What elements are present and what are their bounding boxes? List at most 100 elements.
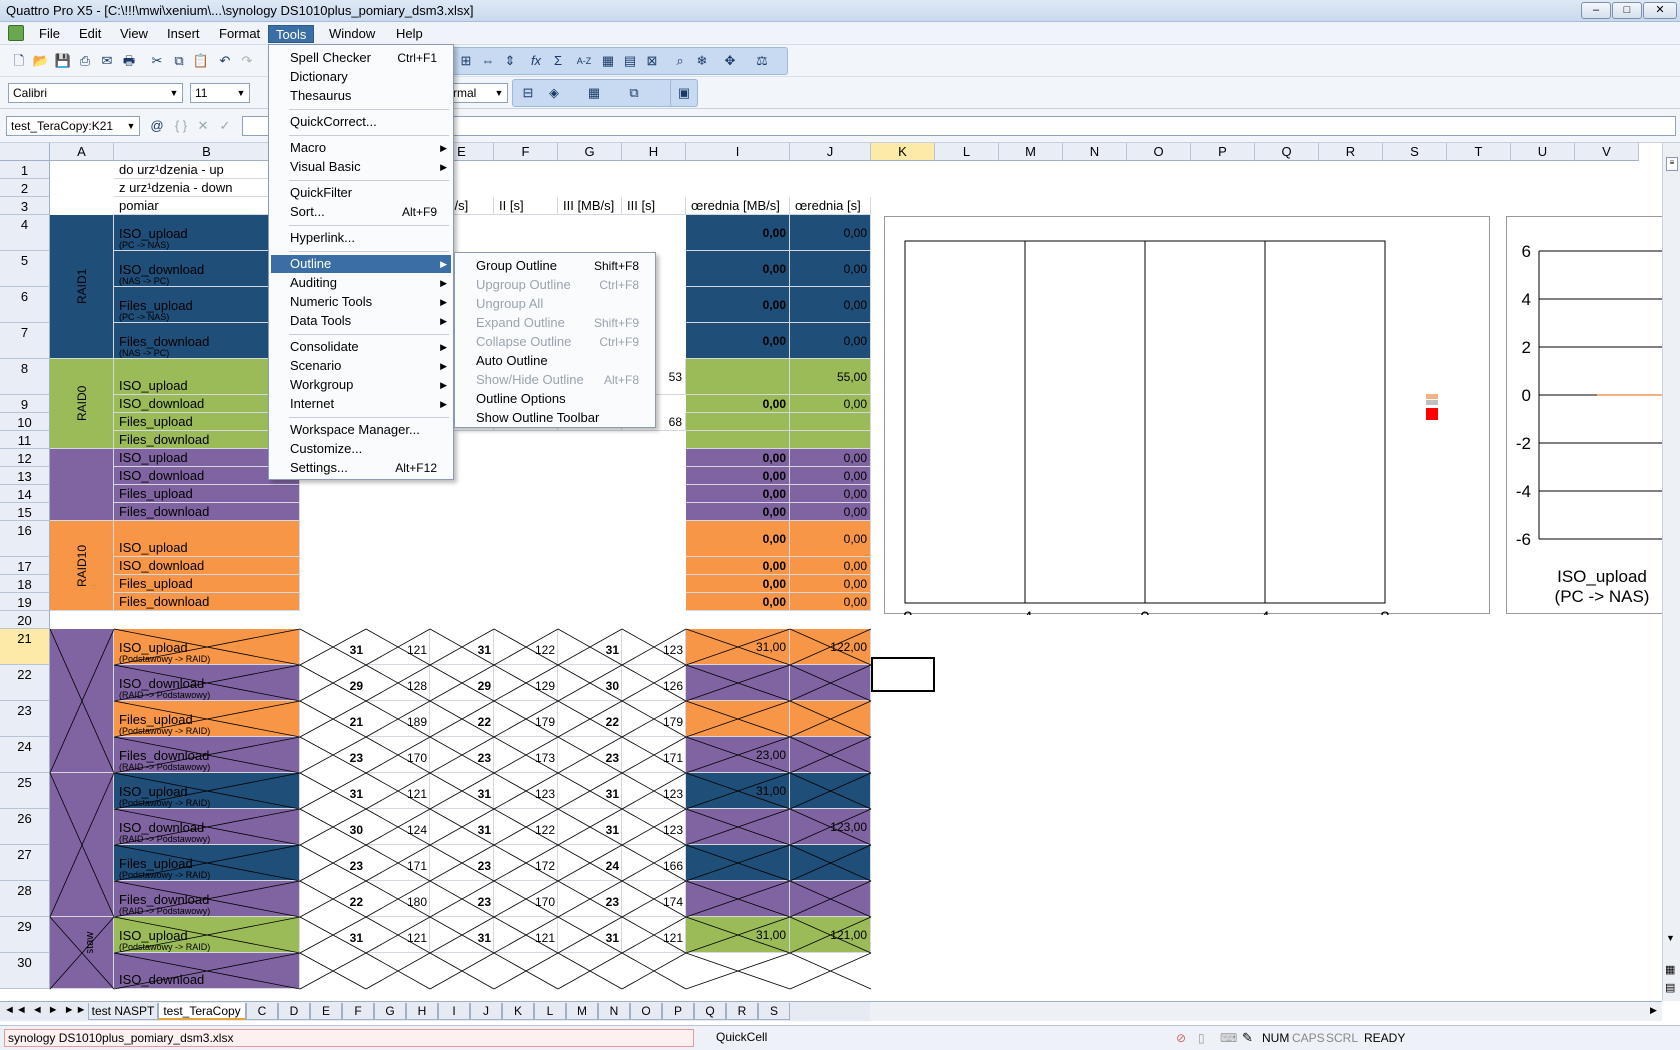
- spreadsheet-grid[interactable]: ABCDEFGHIJKLMNOPQRSTUV 12345678910111213…: [0, 143, 1662, 1001]
- menu-ungroup-all[interactable]: Ungroup All: [457, 295, 653, 313]
- sheet-tab-test-teracopy[interactable]: test_TeraCopy: [158, 1003, 246, 1020]
- sheet-tab-g[interactable]: G: [374, 1003, 406, 1020]
- close-button[interactable]: ✕: [1643, 2, 1677, 19]
- style-combo[interactable]: rmal ▼: [448, 83, 508, 103]
- find-icon[interactable]: ⌕: [671, 52, 689, 70]
- menu-auto-outline[interactable]: Auto Outline: [457, 352, 653, 370]
- sheet-tab-p[interactable]: P: [662, 1003, 694, 1020]
- scroll-right-icon[interactable]: ▶: [1650, 1005, 1657, 1016]
- menu-show-hide-outline[interactable]: Show/Hide Outline Alt+F8: [457, 371, 653, 389]
- menu-outline-options[interactable]: Outline Options: [457, 390, 653, 408]
- menu-visual-basic[interactable]: Visual Basic ▶: [271, 158, 451, 176]
- chart-1[interactable]: -8 -4 0 4 8: [884, 216, 1490, 627]
- fit-width-icon[interactable]: ⇔: [479, 52, 497, 70]
- menu-spell-checker[interactable]: Spell Checker Ctrl+F1: [271, 49, 451, 67]
- confirm-icon[interactable]: ✓: [216, 117, 234, 135]
- fill-color-icon[interactable]: ◈: [545, 84, 563, 102]
- menu-sort[interactable]: Sort... Alt+F9: [271, 203, 451, 221]
- menu-quickcorrect[interactable]: QuickCorrect...: [271, 113, 451, 131]
- vertical-scrollbar-track[interactable]: ≡ ▼ ▦ ▤: [1662, 143, 1680, 1001]
- insert-table-icon[interactable]: ▦: [599, 52, 617, 70]
- menu-data-tools[interactable]: Data Tools ▶: [271, 312, 451, 330]
- menu-dictionary[interactable]: Dictionary: [271, 68, 451, 86]
- snowflake-icon[interactable]: ❄: [693, 52, 711, 70]
- page-view-icon[interactable]: ▤: [1665, 981, 1675, 994]
- menu-group-outline[interactable]: Group Outline Shift+F8: [457, 257, 653, 275]
- cancel-icon[interactable]: ✕: [194, 117, 212, 135]
- menu-view[interactable]: View: [113, 25, 155, 43]
- menu-collapse-outline[interactable]: Collapse Outline Ctrl+F9: [457, 333, 653, 351]
- sheet-tab-c[interactable]: C: [246, 1003, 278, 1020]
- chart-2[interactable]: 6 4 2 0 -2 -4 -6 ISO_upload (PC -> NAS): [1506, 216, 1662, 614]
- menu-window[interactable]: Window: [322, 25, 382, 43]
- braces-icon[interactable]: { }: [170, 117, 192, 135]
- print-preview-icon[interactable]: ⎙: [76, 52, 94, 70]
- move-icon[interactable]: ✥: [721, 52, 739, 70]
- tab-nav-icon[interactable]: ◄◄ ◄ ► ►►: [4, 1004, 88, 1016]
- menu-thesaurus[interactable]: Thesaurus: [271, 87, 451, 105]
- menu-internet[interactable]: Internet ▶: [271, 395, 451, 413]
- menu-file[interactable]: File: [32, 25, 67, 43]
- menu-format[interactable]: Format: [212, 25, 267, 43]
- grid-view-icon[interactable]: ▦: [1665, 963, 1675, 976]
- sheet-tab-j[interactable]: J: [470, 1003, 502, 1020]
- sheet-tab-k[interactable]: K: [502, 1003, 534, 1020]
- quickcell-button[interactable]: QuickCell: [716, 1030, 767, 1044]
- fit-height-icon[interactable]: ⇕: [501, 52, 519, 70]
- new-icon[interactable]: 🗋: [10, 52, 28, 70]
- menu-hyperlink[interactable]: Hyperlink...: [271, 229, 451, 247]
- sheet-tab-s[interactable]: S: [758, 1003, 790, 1020]
- print-icon[interactable]: 🖶: [120, 52, 138, 70]
- menu-insert[interactable]: Insert: [160, 25, 207, 43]
- sheet-tab-e[interactable]: E: [310, 1003, 342, 1020]
- minimize-button[interactable]: –: [1581, 2, 1611, 19]
- sheet-tab-l[interactable]: L: [534, 1003, 566, 1020]
- menu-outline[interactable]: Outline ▶: [271, 255, 451, 273]
- scroll-down-icon[interactable]: ▼: [1666, 933, 1675, 943]
- menu-auditing[interactable]: Auditing ▶: [271, 274, 451, 292]
- function-icon[interactable]: fx: [527, 52, 545, 70]
- outline-icon[interactable]: ⊞: [457, 52, 475, 70]
- grid-icon[interactable]: ▤: [621, 52, 639, 70]
- active-cell-k21[interactable]: [871, 657, 935, 692]
- sheet-tab-m[interactable]: M: [566, 1003, 598, 1020]
- sheet-tab-f[interactable]: F: [342, 1003, 374, 1020]
- align-icon[interactable]: ⊟: [519, 84, 537, 102]
- borders-icon[interactable]: ▦: [585, 84, 603, 102]
- menu-help[interactable]: Help: [389, 25, 430, 43]
- sheet-tab-i[interactable]: I: [438, 1003, 470, 1020]
- font-combo[interactable]: Calibri ▼: [8, 83, 183, 103]
- sheet-tab-d[interactable]: D: [278, 1003, 310, 1020]
- menu-scenario[interactable]: Scenario ▶: [271, 357, 451, 375]
- sort-az-icon[interactable]: A-Z: [575, 52, 593, 70]
- menu-quickfilter[interactable]: QuickFilter: [271, 184, 451, 202]
- menu-customize[interactable]: Customize...: [271, 440, 451, 458]
- app-icon[interactable]: [8, 25, 24, 41]
- sheet-tab-o[interactable]: O: [630, 1003, 662, 1020]
- menu-show-outline-toolbar[interactable]: Show Outline Toolbar: [457, 409, 653, 427]
- sheet-tab-n[interactable]: N: [598, 1003, 630, 1020]
- undo-icon[interactable]: ↶: [216, 52, 234, 70]
- menu-expand-outline[interactable]: Expand Outline Shift+F9: [457, 314, 653, 332]
- sheet-tab-h[interactable]: H: [406, 1003, 438, 1020]
- menu-settings[interactable]: Settings... Alt+F12: [271, 459, 451, 477]
- menu-tools[interactable]: Tools: [268, 25, 315, 43]
- menu-workspace-manager[interactable]: Workspace Manager...: [271, 421, 451, 439]
- copy-icon[interactable]: ⧉: [170, 52, 188, 70]
- menu-workgroup[interactable]: Workgroup ▶: [271, 376, 451, 394]
- menu-edit[interactable]: Edit: [72, 25, 108, 43]
- at-icon[interactable]: @: [148, 117, 166, 135]
- cross-tab-icon[interactable]: ⊠: [643, 52, 661, 70]
- menu-upgroup-outline[interactable]: Upgroup Outline Ctrl+F8: [457, 276, 653, 294]
- sheet-tab-r[interactable]: R: [726, 1003, 758, 1020]
- paste-icon[interactable]: 📋: [192, 52, 210, 70]
- menu-consolidate[interactable]: Consolidate ▶: [271, 338, 451, 356]
- formula-input[interactable]: [242, 116, 1676, 136]
- cell-properties-icon[interactable]: ⧉: [625, 84, 643, 102]
- cut-icon[interactable]: ✂: [148, 52, 166, 70]
- redo-icon[interactable]: ↷: [238, 52, 256, 70]
- sheet-tab-q[interactable]: Q: [694, 1003, 726, 1020]
- image-icon[interactable]: ▣: [675, 84, 693, 102]
- save-icon[interactable]: 💾: [54, 52, 72, 70]
- horizontal-scrollbar[interactable]: ▶: [870, 1001, 1662, 1021]
